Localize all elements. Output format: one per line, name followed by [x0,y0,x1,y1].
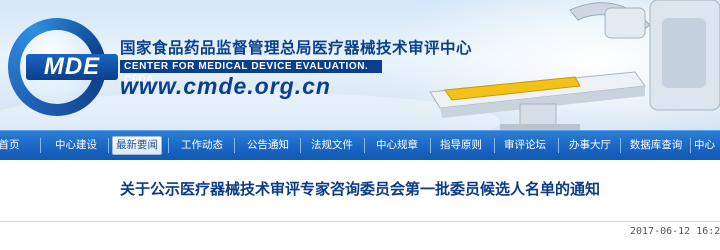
nav-item-database-query[interactable]: 数据库查询 [624,136,688,155]
nav-separator [300,138,301,153]
nav-separator [364,138,365,153]
medical-device-illustration [429,0,720,130]
nav-separator [558,138,559,153]
publish-date: 2017-06-12 16:27 [630,226,720,237]
site-url: www.cmde.org.cn [120,73,331,99]
nav-separator [494,138,495,153]
nav-item-announcements[interactable]: 公告通知 [240,136,296,155]
nav-item-regulations[interactable]: 法规文件 [304,136,360,155]
nav-item-center-building[interactable]: 中心建设 [48,136,104,155]
main-nav: 首页 中心建设 最新要闻 工作动态 公告通知 法规文件 中心规章 指导原则 审评… [0,130,720,160]
site-title-english: CENTER FOR MEDICAL DEVICE EVALUATION. CF… [120,60,382,85]
nav-item-work-updates[interactable]: 工作动态 [174,136,230,155]
nav-separator [168,138,169,153]
nav-separator [430,138,431,153]
article-title: 关于公示医疗器械技术审评专家咨询委员会第一批委员候选人名单的通知 [119,180,600,198]
nav-item-latest-news[interactable]: 最新要闻 [112,136,162,155]
logo-text: MDE [43,53,101,80]
nav-separator [108,138,109,153]
nav-item-center-rules[interactable]: 中心规章 [369,136,425,155]
nav-item-center[interactable]: 中心 [694,136,720,155]
site-banner: MDE 国家食品药品监督管理总局医疗器械技术审评中心 CENTER FOR ME… [0,0,720,130]
nav-item-service-hall[interactable]: 办事大厅 [562,136,618,155]
nav-item-guidelines[interactable]: 指导原则 [433,136,489,155]
nav-separator [620,138,621,153]
nav-item-review-forum[interactable]: 审评论坛 [497,136,553,155]
cmde-logo[interactable]: MDE [8,18,118,118]
nav-separator [234,138,235,153]
nav-item-home[interactable]: 首页 [0,136,26,155]
nav-separator [690,138,691,153]
title-divider [0,221,720,222]
nav-separator [40,138,41,153]
